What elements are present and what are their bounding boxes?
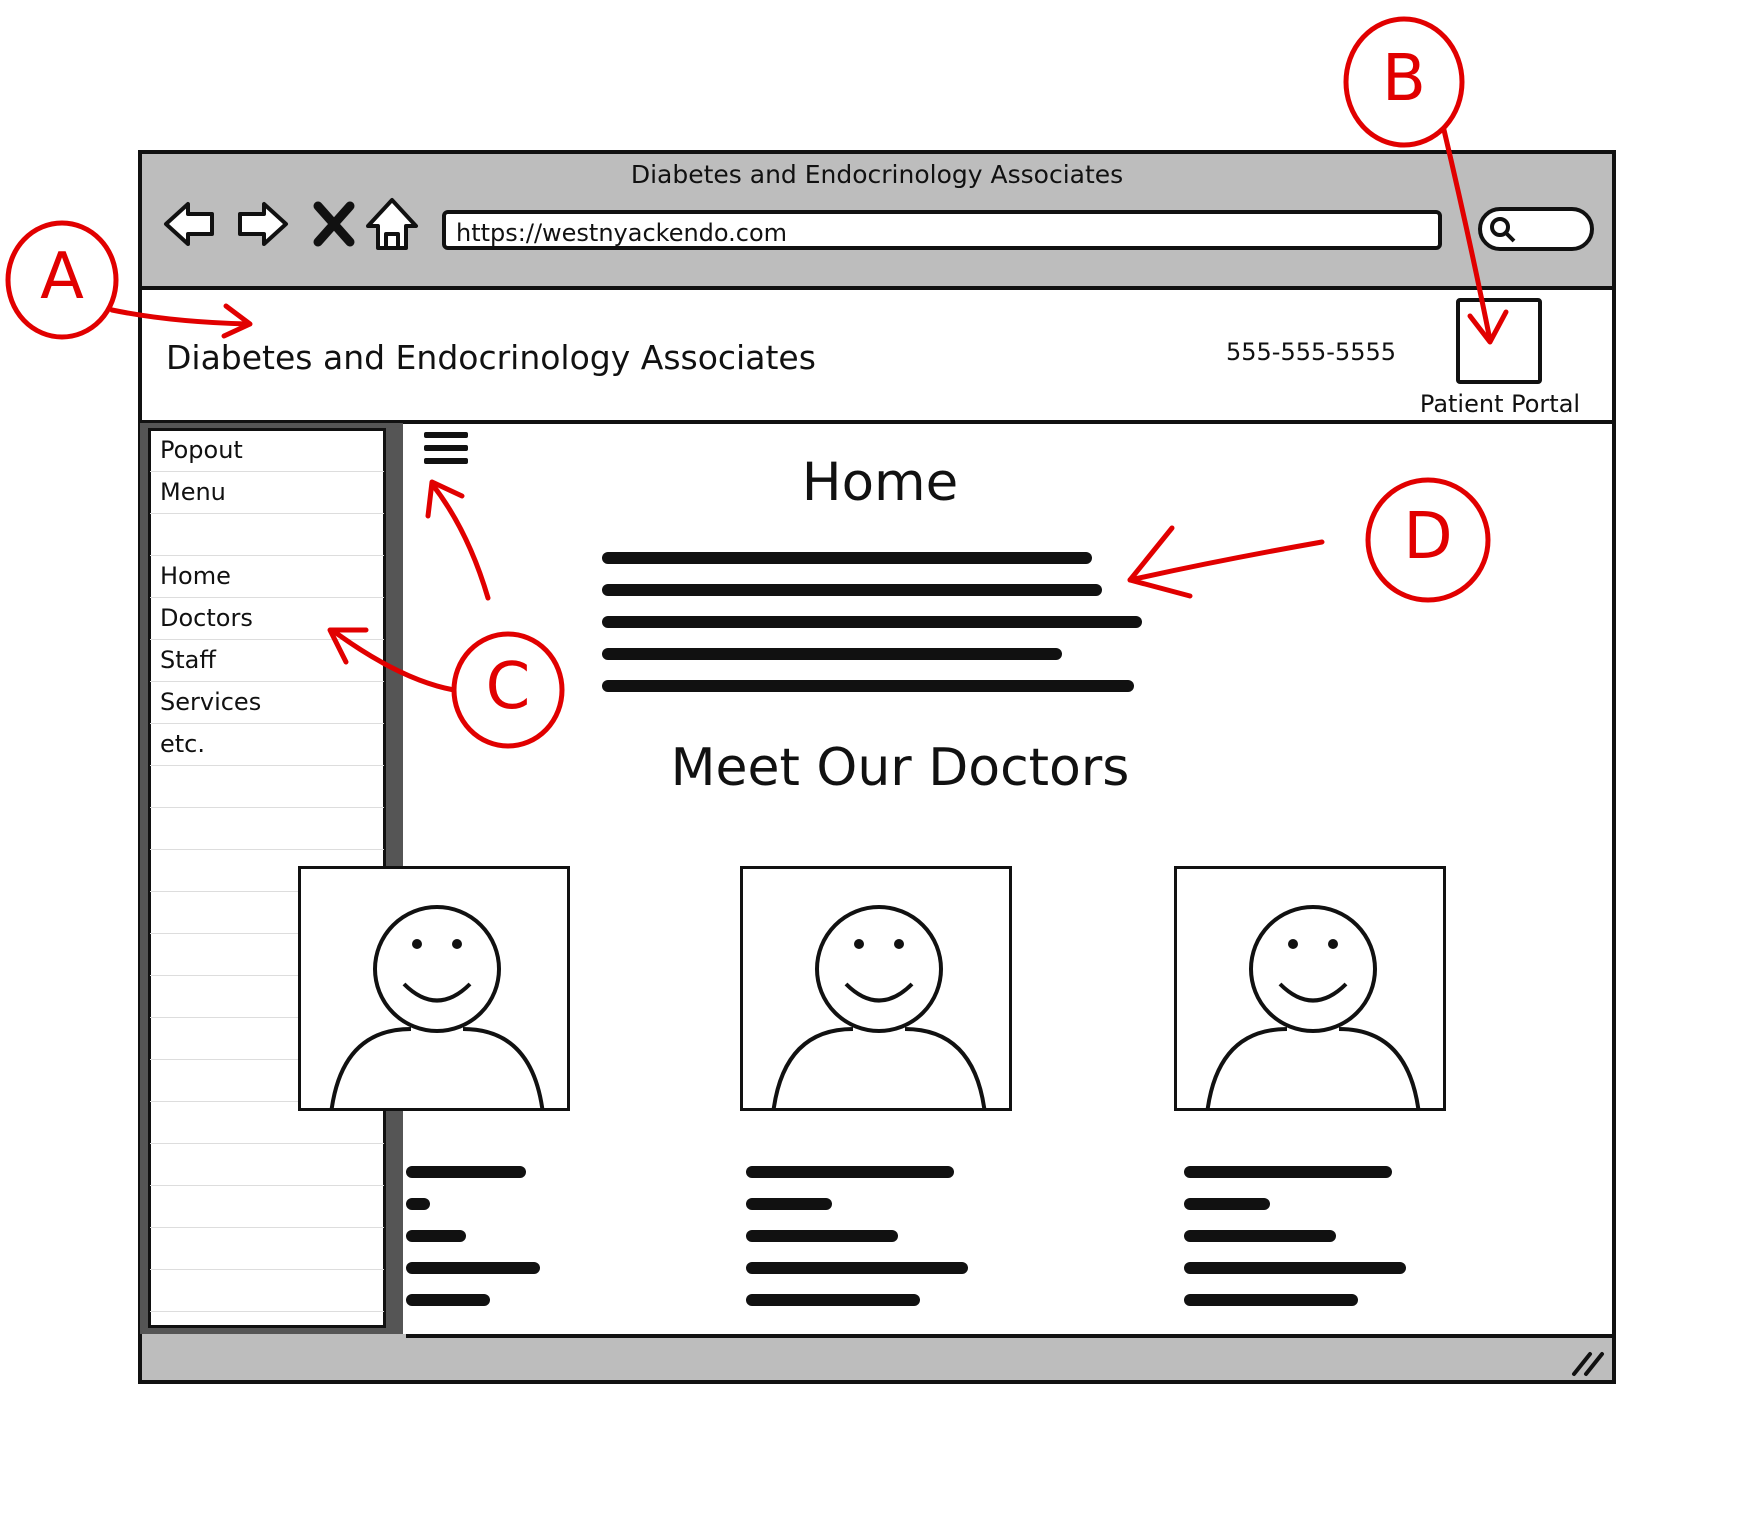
annotation-a-label: A bbox=[40, 240, 84, 314]
annotation-b-label: B bbox=[1382, 42, 1426, 116]
annotation-c-arrow-left bbox=[329, 627, 457, 693]
annotation-a-arrow bbox=[109, 307, 251, 327]
annotation-b-arrow bbox=[1441, 127, 1493, 343]
annotation-d-label: D bbox=[1403, 500, 1453, 574]
annotation-overlay bbox=[5, 16, 1509, 749]
annotation-c-arrow-up bbox=[429, 481, 491, 601]
annotation-c-label: C bbox=[485, 650, 531, 724]
